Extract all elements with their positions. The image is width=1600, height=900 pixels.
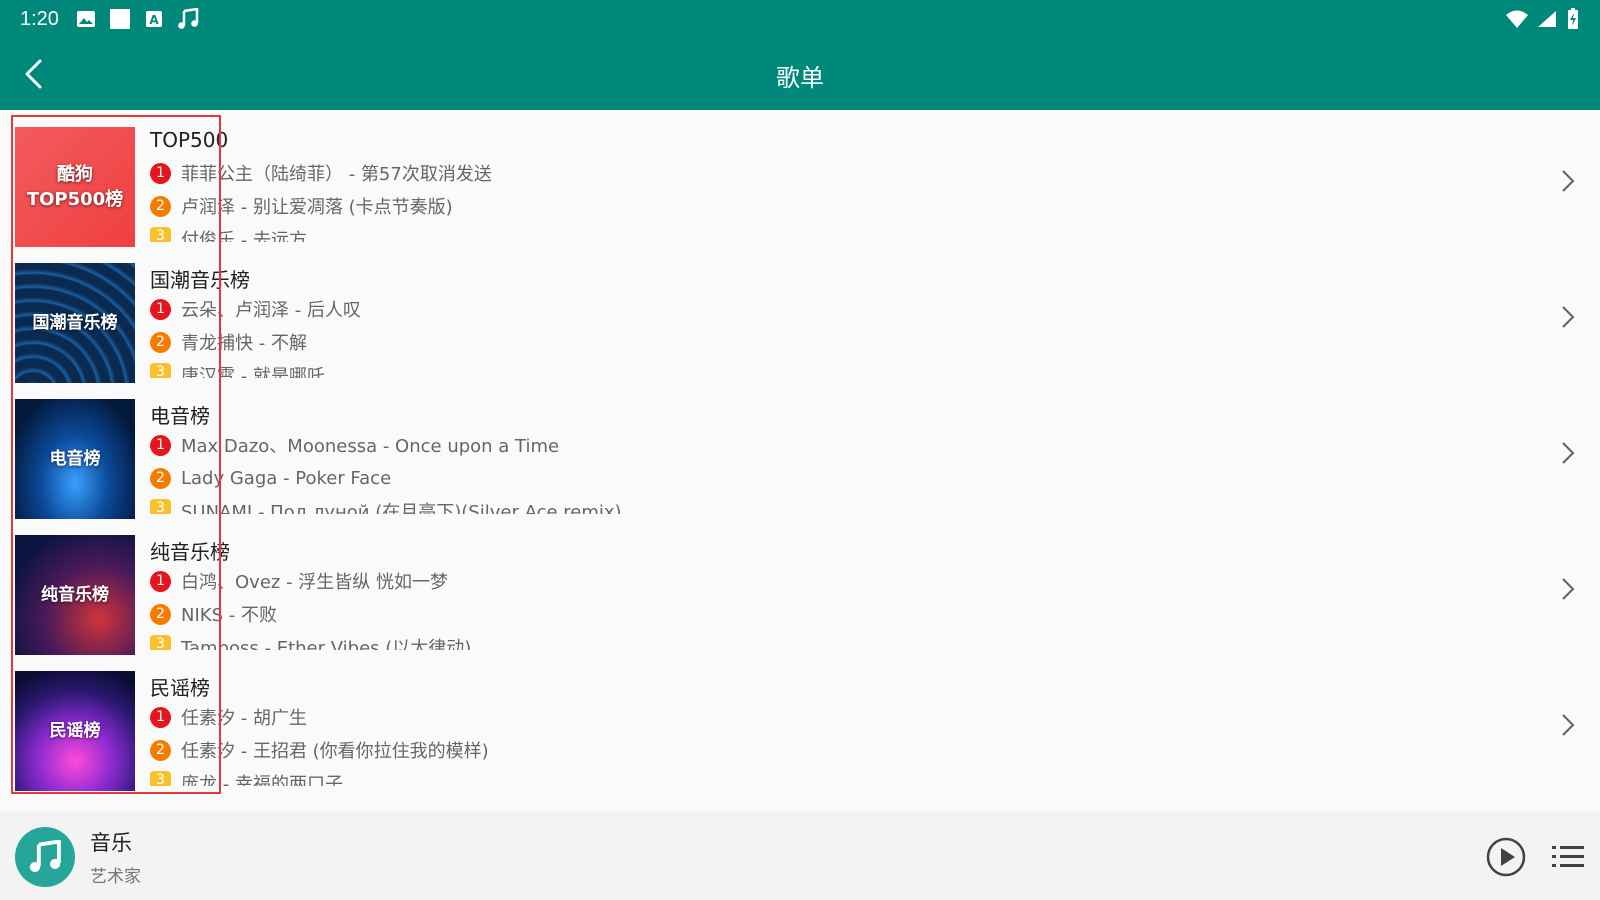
- music-note-icon: [177, 8, 199, 30]
- chevron-right-icon: [1562, 442, 1575, 464]
- rank-badge: 2: [150, 331, 171, 353]
- cover-label: 国潮音乐榜: [32, 312, 118, 333]
- playlist-title: 民谣榜: [150, 676, 210, 700]
- rank-badge: 3: [150, 635, 171, 650]
- square-icon: [109, 8, 131, 30]
- rank-badge: 3: [150, 771, 171, 786]
- play-circle-icon[interactable]: [1485, 836, 1527, 878]
- signal-icon: [1536, 8, 1558, 30]
- rank-badge: 3: [150, 499, 171, 514]
- playlist-list[interactable]: 酷狗 TOP500榜 TOP500 1 菲菲公主（陆绮菲） - 第57次取消发送 …: [0, 110, 1600, 812]
- track-item: 1 Max Dazo、Moonessa - Once upon a Time: [150, 432, 559, 458]
- rank-badge: 1: [150, 162, 171, 184]
- status-right-icons: [1506, 8, 1580, 30]
- rank-badge: 1: [150, 706, 171, 728]
- track-item: 1 任素汐 - 胡广生: [150, 704, 307, 730]
- track-text: 付俊乐 - 去远方: [181, 230, 307, 242]
- playlist-title: 电音榜: [150, 404, 210, 428]
- track-text: 庞龙 - 幸福的两口子: [181, 774, 343, 786]
- track-item: 1 云朵、卢润泽 - 后人叹: [150, 296, 361, 322]
- a-box-icon: A: [143, 8, 165, 30]
- playlist-row-dianyin[interactable]: 电音榜 电音榜 1 Max Dazo、Moonessa - Once upon a…: [0, 382, 1600, 519]
- player-artist: 艺术家: [90, 867, 141, 887]
- track-item: 1 菲菲公主（陆绮菲） - 第57次取消发送: [150, 160, 492, 186]
- rank-badge: 1: [150, 298, 171, 320]
- cover-label: 电音榜: [49, 448, 101, 469]
- rank-badge: 1: [150, 434, 171, 456]
- track-text: NIKS - 不败: [181, 605, 277, 626]
- playlist-row-minyao[interactable]: 民谣榜 民谣榜 1 任素汐 - 胡广生 2 任素汐 - 王招君 (你看你拉住我的模样…: [0, 654, 1600, 791]
- rank-badge: 2: [150, 467, 171, 489]
- playlist-title: TOP500: [150, 128, 229, 152]
- music-note-icon: [29, 840, 61, 873]
- track-text: 菲菲公主（陆绮菲） - 第57次取消发送: [181, 164, 492, 185]
- image-icon: [75, 8, 97, 30]
- mini-player[interactable]: 音乐 艺术家: [0, 812, 1600, 900]
- playlist-cover: 电音榜: [15, 399, 135, 519]
- cover-label: 民谣榜: [49, 720, 101, 741]
- track-text: Max Dazo、Moonessa - Once upon a Time: [181, 436, 560, 457]
- playlist-cover: 国潮音乐榜: [15, 263, 135, 383]
- rank-badge: 2: [150, 603, 171, 625]
- track-item: 2 任素汐 - 王招君 (你看你拉住我的模样): [150, 737, 489, 763]
- track-item: 3 庞龙 - 幸福的两口子: [150, 770, 343, 786]
- track-text: 唐汉霄 - 就是哪吒: [181, 366, 325, 378]
- status-bar: 1:20 A: [0, 0, 1600, 38]
- playlist-title: 纯音乐榜: [150, 540, 230, 564]
- chevron-right-icon: [1562, 306, 1575, 328]
- track-text: Tamboss - Ether Vibes (以太律动): [181, 638, 472, 650]
- chevron-right-icon: [1562, 714, 1575, 736]
- player-title: 音乐: [90, 831, 132, 855]
- playlist-cover: 酷狗 TOP500榜: [15, 127, 135, 247]
- rank-badge: 3: [150, 227, 171, 242]
- track-item: 2 卢润泽 - 别让爱凋落 (卡点节奏版): [150, 193, 453, 219]
- track-item: 2 青龙捕快 - 不解: [150, 329, 307, 355]
- app-bar: 歌单: [0, 38, 1600, 110]
- battery-icon: [1566, 8, 1580, 30]
- track-text: 青龙捕快 - 不解: [181, 333, 307, 354]
- track-item: 2 Lady Gaga - Poker Face: [150, 465, 391, 491]
- playlist-cover: 民谣榜: [15, 671, 135, 791]
- track-item: 3 SUNAMI - Под луной (在月亮下)(Silver Ace re…: [150, 498, 622, 514]
- track-text: SUNAMI - Под луной (在月亮下)(Silver Ace rem…: [181, 502, 622, 514]
- playlist-title: 国潮音乐榜: [150, 268, 250, 292]
- track-text: 白鸿、Ovez - 浮生皆纵 恍如一梦: [181, 572, 449, 593]
- svg-text:A: A: [149, 13, 159, 27]
- page-title: 歌单: [776, 64, 824, 92]
- track-text: 任素汐 - 王招君 (你看你拉住我的模样): [181, 741, 489, 762]
- cover-label: 酷狗 TOP500榜: [26, 164, 124, 210]
- queue-list-icon[interactable]: [1552, 842, 1584, 872]
- status-time: 1:20: [20, 7, 59, 30]
- track-text: 云朵、卢润泽 - 后人叹: [181, 300, 361, 321]
- chevron-right-icon: [1562, 170, 1575, 192]
- rank-badge: 3: [150, 363, 171, 378]
- playlist-cover: 纯音乐榜: [15, 535, 135, 655]
- track-text: 卢润泽 - 别让爱凋落 (卡点节奏版): [181, 197, 453, 218]
- playlist-row-guochao[interactable]: 国潮音乐榜 国潮音乐榜 1 云朵、卢润泽 - 后人叹 2 青龙捕快 - 不解 3 唐汉…: [0, 246, 1600, 383]
- track-text: Lady Gaga - Poker Face: [181, 467, 392, 489]
- chevron-right-icon: [1562, 578, 1575, 600]
- track-item: 3 唐汉霄 - 就是哪吒: [150, 362, 325, 378]
- rank-badge: 2: [150, 739, 171, 761]
- track-item: 3 Tamboss - Ether Vibes (以太律动): [150, 634, 471, 650]
- rank-badge: 1: [150, 570, 171, 592]
- cover-label: 纯音乐榜: [41, 584, 109, 605]
- track-item: 2 NIKS - 不败: [150, 601, 277, 627]
- track-item: 3 付俊乐 - 去远方: [150, 226, 307, 242]
- wifi-icon: [1506, 8, 1528, 30]
- player-art: [15, 827, 75, 887]
- track-text: 任素汐 - 胡广生: [181, 708, 307, 729]
- playlist-row-chunyinyue[interactable]: 纯音乐榜 纯音乐榜 1 白鸿、Ovez - 浮生皆纵 恍如一梦 2 NIKS - 不…: [0, 518, 1600, 655]
- rank-badge: 2: [150, 195, 171, 217]
- playlist-row-top500[interactable]: 酷狗 TOP500榜 TOP500 1 菲菲公主（陆绮菲） - 第57次取消发送 …: [0, 110, 1600, 247]
- track-item: 1 白鸿、Ovez - 浮生皆纵 恍如一梦: [150, 568, 448, 594]
